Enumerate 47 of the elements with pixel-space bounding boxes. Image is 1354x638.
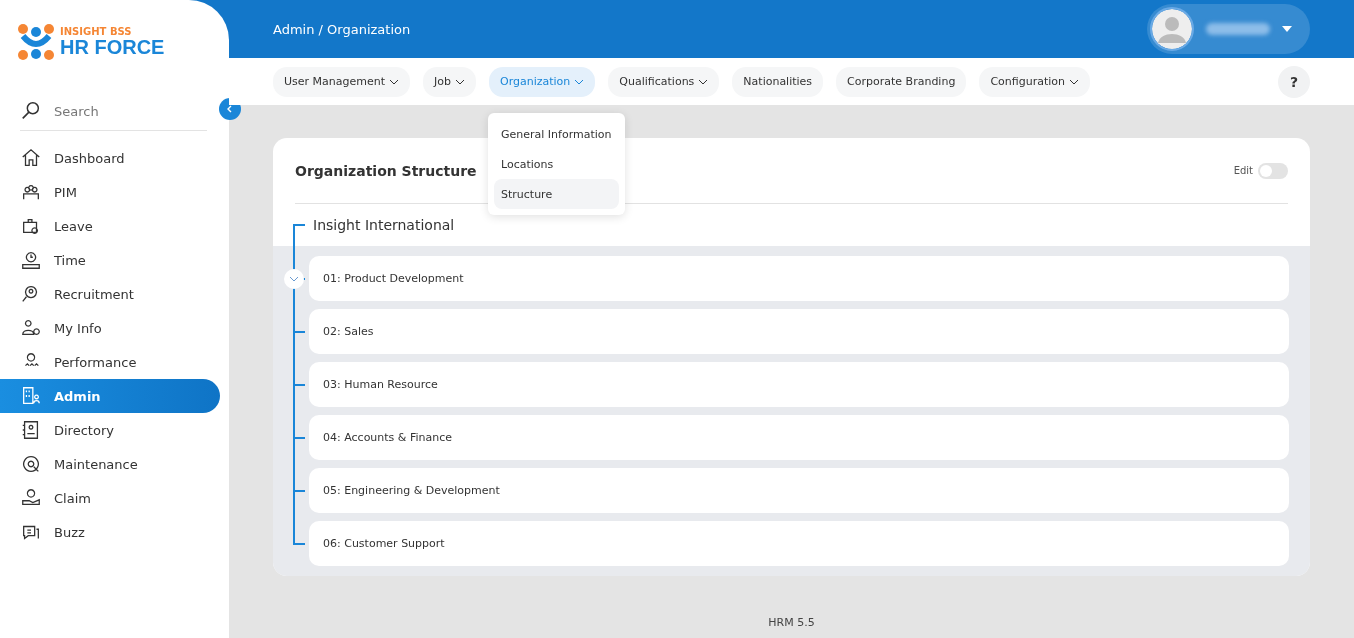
- search-icon: [20, 100, 42, 122]
- sidebar-item[interactable]: Admin: [0, 379, 220, 413]
- nav-tab[interactable]: Job: [423, 66, 476, 97]
- dropdown-item[interactable]: Structure: [494, 179, 619, 209]
- sidebar-item[interactable]: My Info: [0, 311, 220, 345]
- tree-root-label: Insight International: [313, 217, 455, 233]
- avatar-icon: [1150, 7, 1194, 51]
- card-title: Organization Structure: [295, 162, 477, 179]
- tree-node[interactable]: 03: Human Resource: [309, 362, 1289, 407]
- logo-name: HR FORCE: [60, 37, 165, 57]
- sidebar-item[interactable]: Dashboard: [0, 141, 220, 175]
- nav-tab[interactable]: Configuration: [979, 66, 1090, 97]
- menu-icon: [20, 453, 42, 475]
- tree-node[interactable]: 01: Product Development: [309, 256, 1289, 301]
- nav-tab[interactable]: Nationalities: [732, 66, 824, 97]
- nav-tab[interactable]: Corporate Branding: [836, 66, 967, 97]
- sidebar-item[interactable]: Maintenance: [0, 447, 220, 481]
- breadcrumb: Admin / Organization: [273, 21, 411, 37]
- logo-tagline: INSIGHT BSS: [60, 27, 133, 37]
- sidebar-item[interactable]: Recruitment: [0, 277, 220, 311]
- tree-node[interactable]: 05: Engineering & Development: [309, 468, 1289, 513]
- sidebar-item[interactable]: PIM: [0, 175, 220, 209]
- tree-node[interactable]: 04: Accounts & Finance: [309, 415, 1289, 460]
- dropdown-item[interactable]: General Information: [494, 119, 619, 149]
- sidebar-item[interactable]: Leave: [0, 209, 220, 243]
- user-menu[interactable]: [1147, 4, 1310, 54]
- sidebar-item[interactable]: Buzz: [0, 515, 220, 549]
- help-button[interactable]: ?: [1278, 65, 1310, 98]
- sidebar-item[interactable]: Directory: [0, 413, 220, 447]
- menu-icon: [20, 147, 42, 169]
- edit-toggle[interactable]: [1258, 162, 1288, 179]
- menu-icon: [20, 249, 42, 271]
- blurred-name: [1206, 23, 1270, 35]
- version-label: HRM 5.5: [767, 616, 816, 629]
- nav-tab[interactable]: Qualifications: [608, 66, 720, 97]
- sidebar-item[interactable]: Time: [0, 243, 220, 277]
- logo-icon: [16, 22, 56, 62]
- sidebar-item[interactable]: Performance: [0, 345, 220, 379]
- nav-tab[interactable]: User Management: [273, 66, 411, 97]
- dropdown-item[interactable]: Locations: [494, 149, 619, 179]
- edit-label: Edit: [1233, 165, 1253, 176]
- sidebar-item[interactable]: Claim: [0, 481, 220, 515]
- tree-node[interactable]: 06: Customer Support: [309, 521, 1289, 566]
- menu-icon: [20, 385, 42, 407]
- caret-icon: [1282, 26, 1292, 32]
- tree-node[interactable]: 02: Sales: [309, 309, 1289, 354]
- chevron-icon: [289, 276, 299, 282]
